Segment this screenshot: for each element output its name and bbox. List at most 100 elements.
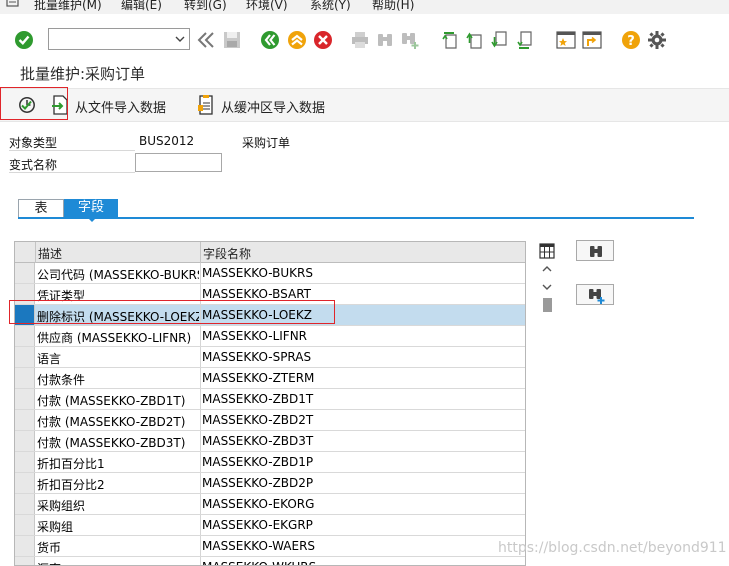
menu-icon[interactable] (6, 0, 20, 8)
row-selector[interactable] (15, 431, 35, 451)
find-icon[interactable] (375, 30, 395, 50)
cell-separator (200, 473, 201, 493)
menu-item-batch[interactable]: 批量维护(M) (34, 0, 102, 13)
new-session-icon[interactable] (556, 30, 576, 50)
binoculars-icon (590, 246, 602, 257)
row-selector[interactable] (15, 494, 35, 514)
shortcut-icon[interactable] (582, 30, 602, 50)
table-row[interactable]: 公司代码 (MASSEKKO-BUKRS MASSEKKO-BUKRS (15, 263, 525, 284)
find-next-icon[interactable] (400, 30, 420, 50)
table-row[interactable]: 供应商 (MASSEKKO-LIFNR) MASSEKKO-LIFNR (15, 326, 525, 347)
header-separator (35, 242, 36, 263)
row-selector[interactable] (15, 557, 35, 565)
cell-separator (200, 263, 201, 283)
cell-description: 公司代码 (MASSEKKO-BUKRS (37, 268, 199, 282)
help-icon[interactable]: ? (621, 30, 641, 50)
table-row[interactable]: 付款 (MASSEKKO-ZBD1T) MASSEKKO-ZBD1T (15, 389, 525, 410)
cell-description: 供应商 (MASSEKKO-LIFNR) (37, 331, 192, 345)
row-selector[interactable] (15, 536, 35, 556)
menu-item-help[interactable]: 帮助(H) (372, 0, 414, 13)
gear-icon[interactable] (647, 30, 667, 50)
table-row[interactable]: 汇率MASSEKKO-WKURS (15, 557, 525, 565)
cell-description: 折扣百分比2 (37, 478, 105, 492)
cell-field-name: MASSEKKO-EKORG (202, 497, 315, 511)
row-selector[interactable] (15, 305, 35, 325)
grid-scrollbar[interactable] (536, 241, 558, 331)
cell-description: 付款 (MASSEKKO-ZBD2T) (37, 415, 186, 429)
save-icon[interactable] (222, 30, 242, 50)
row-selector[interactable] (15, 263, 35, 283)
row-selector[interactable] (15, 515, 35, 535)
cell-description: 付款 (MASSEKKO-ZBD3T) (37, 436, 186, 450)
cell-field-name: MASSEKKO-LOEKZ (202, 308, 312, 322)
table-row[interactable]: 删除标识 (MASSEKKO-LOEKZ MASSEKKO-LOEKZ (15, 305, 525, 326)
cell-separator (200, 536, 201, 556)
cell-field-name: MASSEKKO-BSART (202, 287, 312, 301)
page-title: 批量维护:采购订单 (20, 65, 146, 83)
table-row[interactable]: 折扣百分比1 MASSEKKO-ZBD1P (15, 452, 525, 473)
fields-grid: 描述 字段名称 公司代码 (MASSEKKO-BUKRS MASSEKKO-BUK… (14, 241, 526, 566)
scroll-up-icon[interactable] (542, 265, 552, 273)
object-type-underline (9, 150, 135, 151)
menu-item-environment[interactable]: 环境(V) (246, 0, 288, 13)
row-selector[interactable] (15, 347, 35, 367)
chevron-down-icon[interactable] (174, 32, 186, 46)
row-selector[interactable] (15, 368, 35, 388)
table-row[interactable]: 采购组 MASSEKKO-EKGRP (15, 515, 525, 536)
column-header-field-name[interactable]: 字段名称 (203, 245, 251, 262)
print-icon[interactable] (350, 30, 370, 50)
cell-separator (200, 347, 201, 367)
column-header-description[interactable]: 描述 (38, 245, 62, 262)
menu-item-edit[interactable]: 编辑(E) (121, 0, 162, 13)
first-page-icon[interactable] (440, 30, 460, 50)
row-selector[interactable] (15, 326, 35, 346)
enter-icon[interactable] (14, 30, 34, 50)
tab-fields[interactable]: 字段 (64, 199, 118, 217)
double-chevron-left-icon[interactable] (196, 30, 216, 50)
cell-description: 语言 (37, 352, 62, 366)
row-selector[interactable] (15, 284, 35, 304)
command-input[interactable] (51, 30, 169, 48)
row-selector[interactable] (15, 473, 35, 493)
tab-table[interactable]: 表 (18, 199, 64, 217)
cell-description: 付款 (MASSEKKO-ZBD1T) (37, 394, 186, 408)
cell-separator (200, 326, 201, 346)
table-row[interactable]: 付款 (MASSEKKO-ZBD2T) MASSEKKO-ZBD2T (15, 410, 525, 431)
table-row[interactable]: 凭证类型 MASSEKKO-BSART (15, 284, 525, 305)
tab-strip-line (18, 217, 694, 219)
cell-field-name: MASSEKKO-ZBD3T (202, 434, 314, 448)
import-from-buffer-button[interactable]: 从缓冲区导入数据 (194, 89, 340, 121)
table-row[interactable]: 采购组织 MASSEKKO-EKORG (15, 494, 525, 515)
find-next-button[interactable] (576, 284, 614, 305)
scroll-down-icon[interactable] (542, 283, 552, 291)
cell-separator (200, 494, 201, 514)
column-settings-icon[interactable] (539, 243, 555, 259)
row-selector[interactable] (15, 452, 35, 472)
menu-item-system[interactable]: 系统(Y) (310, 0, 351, 13)
cell-field-name: MASSEKKO-WAERS (202, 539, 316, 553)
execute-button[interactable] (14, 89, 44, 121)
import-from-file-button[interactable]: 从文件导入数据 (48, 89, 178, 121)
variant-name-input[interactable] (135, 153, 222, 172)
scroll-thumb[interactable] (543, 298, 552, 312)
cell-field-name: MASSEKKO-ZBD2T (202, 413, 314, 427)
last-page-icon[interactable] (515, 30, 535, 50)
table-row[interactable]: 折扣百分比2 MASSEKKO-ZBD2P (15, 473, 525, 494)
previous-page-icon[interactable] (465, 30, 485, 50)
object-type-description: 采购订单 (242, 136, 291, 150)
table-row[interactable]: 付款 (MASSEKKO-ZBD3T) MASSEKKO-ZBD3T (15, 431, 525, 452)
cell-separator (200, 410, 201, 430)
menu-bar: 批量维护(M) 编辑(E) 转到(G) 环境(V) 系统(Y) 帮助(H) (0, 0, 729, 14)
table-row[interactable]: 货币 MASSEKKO-WAERS (15, 536, 525, 557)
command-field[interactable] (48, 28, 190, 50)
find-button[interactable] (576, 240, 614, 261)
table-row[interactable]: 语言 MASSEKKO-SPRAS (15, 347, 525, 368)
back-icon[interactable] (260, 30, 280, 50)
menu-item-goto[interactable]: 转到(G) (184, 0, 227, 13)
exit-icon[interactable] (287, 30, 307, 50)
next-page-icon[interactable] (490, 30, 510, 50)
row-selector[interactable] (15, 389, 35, 409)
row-selector[interactable] (15, 410, 35, 430)
table-row[interactable]: 付款条件 MASSEKKO-ZTERM (15, 368, 525, 389)
cancel-icon[interactable] (313, 30, 333, 50)
